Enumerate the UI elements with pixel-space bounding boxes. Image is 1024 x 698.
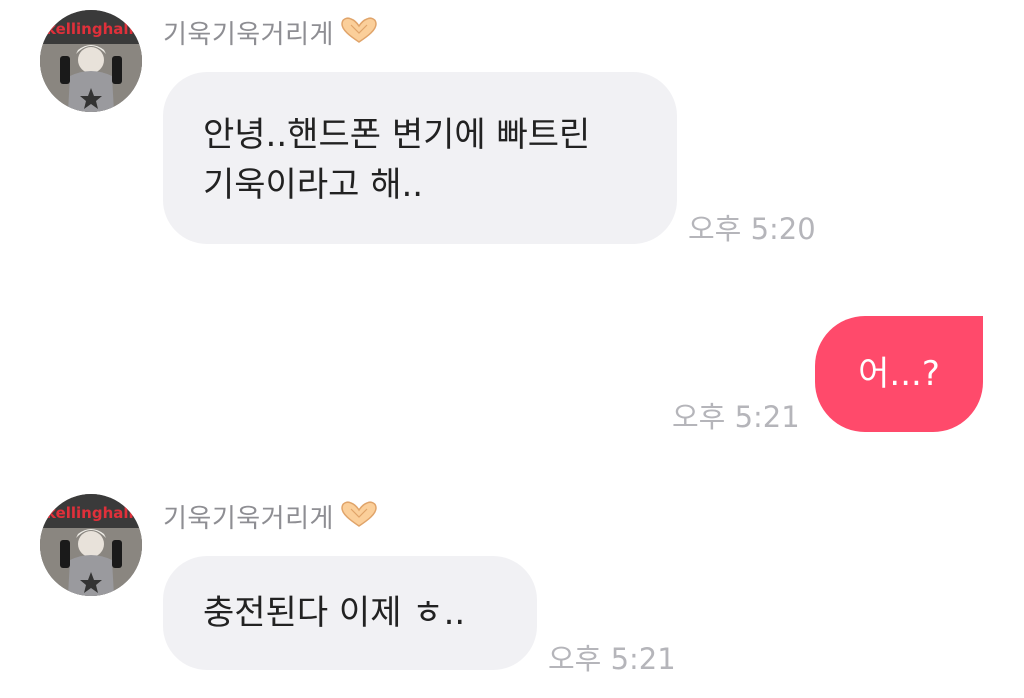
sender-avatar[interactable]: kellinghall [40,494,142,596]
message-bubble-outgoing[interactable]: 어...? [815,316,983,432]
chat-thread: kellinghall 기욱기욱거리게 안녕..핸드폰 변기에 빠트린 기욱이라… [0,0,1024,698]
heart-hands-icon [338,499,380,533]
svg-text:kellinghall: kellinghall [46,504,134,522]
sender-name-row: 기욱기욱거리게 [163,14,380,50]
message-text: 안녕..핸드폰 변기에 빠트린 [203,115,591,155]
sender-name: 기욱기욱거리게 [163,503,334,534]
sender-name-row: 기욱기욱거리게 [163,498,380,534]
message-bubble[interactable]: 충전된다 이제 ㅎ.. [163,556,537,670]
message-timestamp: 오후 5:21 [548,642,676,676]
sender-avatar[interactable]: kellinghall [40,10,142,112]
message-text: 기욱이라고 해.. [203,165,424,205]
message-text: 충전된다 이제 ㅎ.. [203,593,466,633]
heart-hands-icon [338,15,380,49]
message-timestamp: 오후 5:20 [688,212,816,246]
message-timestamp: 오후 5:21 [672,400,800,434]
message-bubble[interactable]: 안녕..핸드폰 변기에 빠트린 기욱이라고 해.. [163,72,677,244]
svg-text:kellinghall: kellinghall [46,20,134,38]
message-text: 어...? [858,354,940,394]
sender-name: 기욱기욱거리게 [163,19,334,50]
